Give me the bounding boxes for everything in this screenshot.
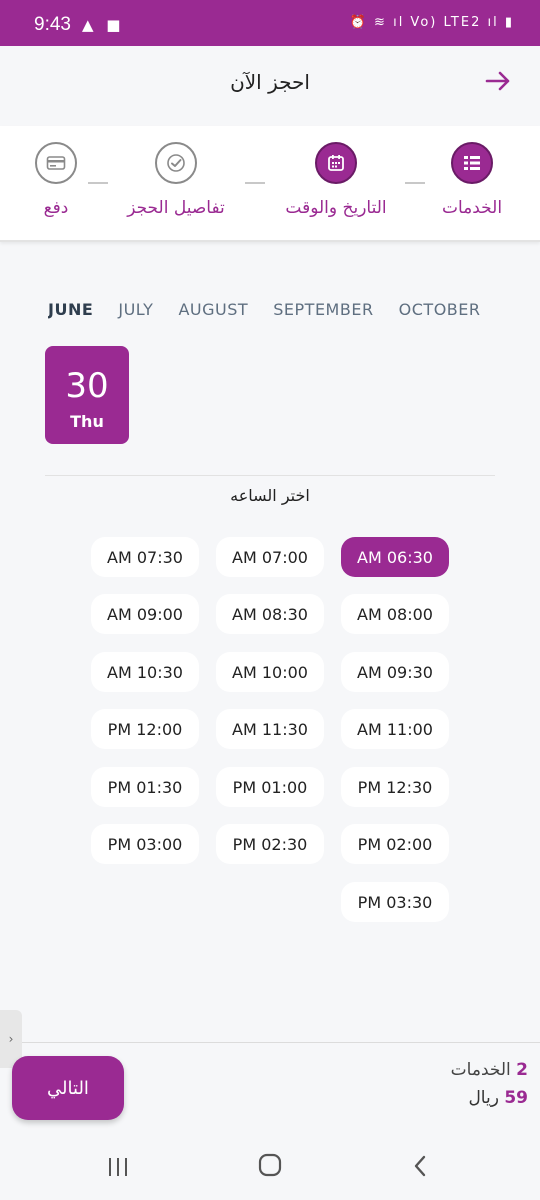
time-slot[interactable]: PM 01:00 <box>216 767 324 807</box>
day-card-selected[interactable]: 30 Thu <box>45 346 129 444</box>
price-currency: ريال <box>468 1088 499 1108</box>
status-bar: 9:43 ▲ ■ ⏰ ≋ ıl Vo) LTE2 ıl ▮ <box>0 0 540 46</box>
status-time: 9:43 <box>34 14 71 35</box>
services-label: الخدمات <box>450 1060 511 1080</box>
time-slot[interactable]: PM 02:30 <box>216 824 324 864</box>
month-tab-august[interactable]: AUGUST <box>178 300 248 319</box>
day-weekday: Thu <box>70 412 104 431</box>
app-bar: احجز الآن <box>0 46 540 126</box>
next-button[interactable]: التالي <box>12 1056 124 1120</box>
choose-time-heading: اختر الساعه <box>230 486 310 505</box>
day-number: 30 <box>65 366 109 406</box>
arrow-right-icon[interactable] <box>480 66 516 102</box>
time-slot[interactable]: AM 07:00 <box>216 537 324 577</box>
recent-apps-icon[interactable] <box>98 1152 138 1188</box>
step-booking-details[interactable]: تفاصيل الحجز <box>116 142 236 218</box>
time-slot[interactable]: AM 10:00 <box>216 652 324 692</box>
month-tab-september[interactable]: SEPTEMBER <box>273 300 373 319</box>
time-slot[interactable]: AM 11:00 <box>341 709 449 749</box>
services-summary: 2 الخدمات <box>451 1060 528 1080</box>
status-system-icons: ⏰ ≋ ıl Vo) LTE2 ıl ▮ <box>349 15 514 30</box>
time-slot[interactable]: AM 09:00 <box>91 594 199 634</box>
booking-stepper: الخدمات التاريخ والوقت تفاصيل الحجز دفع <box>0 126 540 242</box>
time-slot[interactable]: AM 06:30 <box>341 537 449 577</box>
step-connector <box>245 182 265 184</box>
month-tab-june[interactable]: JUNE <box>48 300 93 319</box>
home-icon[interactable] <box>250 1152 290 1188</box>
status-notification-icons: ▲ ■ <box>82 16 125 34</box>
time-slot[interactable]: PM 12:30 <box>341 767 449 807</box>
card-icon <box>35 142 77 184</box>
step-services[interactable]: الخدمات <box>424 142 520 218</box>
step-connector <box>88 182 108 184</box>
chevron-right-icon: › <box>8 1032 14 1046</box>
back-icon[interactable] <box>400 1152 440 1188</box>
step-label: التاريخ والوقت <box>285 198 387 218</box>
check-icon <box>155 142 197 184</box>
time-slot[interactable]: AM 10:30 <box>91 652 199 692</box>
section-divider <box>45 475 495 476</box>
time-slot[interactable]: AM 11:30 <box>216 709 324 749</box>
time-slot[interactable]: PM 03:30 <box>341 882 449 922</box>
step-label: الخدمات <box>441 198 503 218</box>
time-slot[interactable]: PM 12:00 <box>91 709 199 749</box>
services-count: 2 <box>516 1060 528 1080</box>
step-payment[interactable]: دفع <box>26 142 86 218</box>
calendar-icon <box>315 142 357 184</box>
booking-summary: 2 الخدمات 59 ريال <box>451 1060 528 1116</box>
step-label: دفع <box>43 198 69 218</box>
time-slot[interactable]: AM 09:30 <box>341 652 449 692</box>
time-slot[interactable]: AM 08:00 <box>341 594 449 634</box>
list-icon <box>451 142 493 184</box>
price-amount: 59 <box>504 1088 528 1108</box>
page-title: احجز الآن <box>230 70 310 94</box>
step-connector <box>405 182 425 184</box>
time-slot[interactable]: PM 02:00 <box>341 824 449 864</box>
month-tab-october[interactable]: OCTOBER <box>399 300 481 319</box>
time-slot[interactable]: AM 07:30 <box>91 537 199 577</box>
step-label: تفاصيل الحجز <box>127 198 225 218</box>
time-slot[interactable]: AM 08:30 <box>216 594 324 634</box>
month-tab-july[interactable]: JULY <box>118 300 153 319</box>
time-slot[interactable]: PM 03:00 <box>91 824 199 864</box>
month-selector: JUNE JULY AUGUST SEPTEMBER OCTOBER N <box>48 300 496 319</box>
system-nav-bar <box>0 1140 540 1200</box>
footer-divider <box>0 1042 540 1043</box>
price-summary: 59 ريال <box>451 1088 528 1108</box>
time-slot[interactable]: PM 01:30 <box>91 767 199 807</box>
step-date-time[interactable]: التاريخ والوقت <box>276 142 396 218</box>
